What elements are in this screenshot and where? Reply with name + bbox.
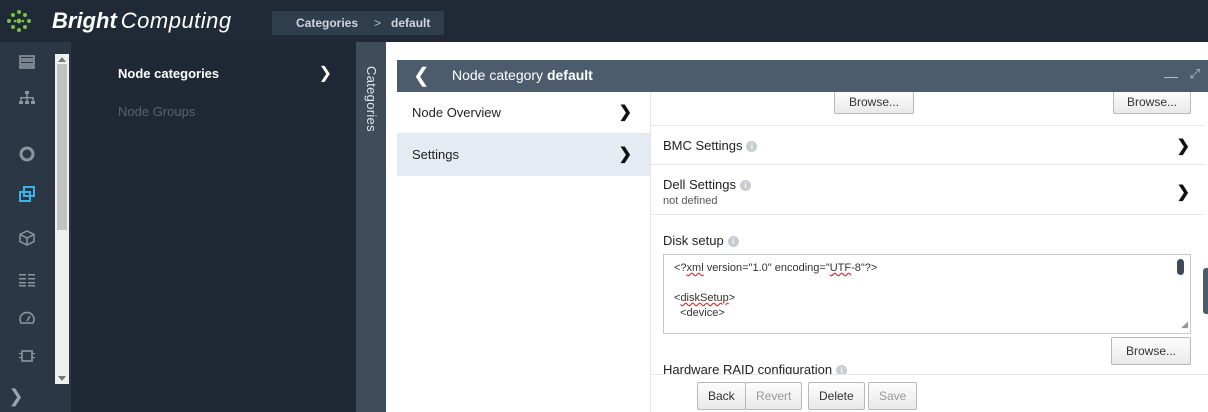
brand-bold: Bright: [52, 8, 117, 33]
revert-button[interactable]: Revert: [745, 382, 803, 410]
chevron-right-icon: ❯: [1176, 184, 1190, 201]
browse-button[interactable]: Browse...: [1111, 337, 1191, 365]
chevron-right-icon: ❯: [618, 104, 632, 121]
brand-light: Computing: [120, 8, 232, 33]
scroll-down-icon[interactable]: [58, 376, 66, 381]
delete-button[interactable]: Delete: [808, 382, 865, 410]
bmc-settings-label: BMC Settings: [663, 138, 743, 153]
bmc-settings-row[interactable]: BMC Settings i ❯: [651, 125, 1204, 165]
dell-settings-row[interactable]: Dell Settings i not defined ❯: [651, 165, 1204, 215]
circle-icon[interactable]: [2, 138, 52, 170]
chevron-right-icon: ❯: [1176, 138, 1190, 155]
tree-item-node-categories[interactable]: Node categories ❯: [71, 59, 356, 89]
page-title: Node category default: [452, 60, 593, 90]
breadcrumb-categories[interactable]: Categories: [272, 11, 373, 35]
info-icon[interactable]: i: [836, 365, 848, 374]
gauge-icon[interactable]: [2, 302, 52, 334]
disk-setup-label: Disk setup: [663, 233, 724, 248]
hierarchy-icon[interactable]: [2, 82, 52, 114]
dell-settings-label: Dell Settings: [663, 177, 736, 192]
expand-chevron-icon[interactable]: ❯: [2, 384, 30, 408]
hardware-raid-label: Hardware RAID configuration: [663, 362, 833, 374]
vertical-tab-label: Categories: [364, 66, 379, 132]
servers-icon[interactable]: [2, 46, 52, 78]
info-icon[interactable]: i: [746, 141, 758, 153]
settings-content: Browse... Browse... BMC Settings i ❯ Dell…: [651, 92, 1204, 374]
nav-item-settings[interactable]: Settings ❯: [397, 134, 650, 176]
rail-scrollbar[interactable]: [55, 54, 69, 384]
minimize-icon[interactable]: —: [1164, 68, 1178, 84]
categories-vertical-tab[interactable]: Categories: [356, 42, 386, 412]
maximize-icon[interactable]: ⤢: [1190, 66, 1200, 82]
nav-item-label: Node Overview: [412, 105, 501, 120]
save-button[interactable]: Save: [868, 382, 918, 410]
categories-tree: Node categories ❯ Node Groups: [71, 42, 356, 412]
info-icon[interactable]: i: [739, 180, 751, 192]
title-prefix: Node category: [452, 67, 547, 83]
xml-line: <?xml version="1.0" encoding="UTF-8"?>: [674, 262, 878, 274]
bright-logo-icon: [7, 10, 31, 32]
breadcrumb-separator: >: [372, 11, 384, 35]
xml-line: <diskSetup>: [674, 292, 736, 304]
nav-item-label: Settings: [412, 147, 459, 162]
brand-name: Bright Computing: [52, 8, 232, 34]
nav-item-node-overview[interactable]: Node Overview ❯: [397, 92, 650, 134]
cube-icon[interactable]: [2, 222, 52, 254]
action-bar: Back Revert Delete Save: [651, 374, 1208, 412]
resize-handle-icon[interactable]: ◢: [1181, 317, 1188, 332]
disk-setup-row: Disk setup i: [651, 215, 1204, 255]
info-icon[interactable]: i: [727, 236, 739, 248]
tree-item-node-groups[interactable]: Node Groups: [71, 97, 356, 127]
tree-item-label: Node Groups: [118, 104, 196, 119]
top-bar: Bright Computing Categories > default: [0, 0, 1208, 42]
bmc-settings-title: BMC Settings i: [663, 138, 1204, 153]
node-category-nav: Node Overview ❯ Settings ❯: [397, 92, 651, 412]
title-name: default: [546, 67, 593, 83]
scroll-up-icon[interactable]: [58, 57, 66, 62]
hardware-raid-title: Hardware RAID configuration i: [663, 362, 848, 374]
textarea-scrollbar[interactable]: [1177, 259, 1184, 275]
chip-icon[interactable]: [2, 340, 52, 372]
scroll-thumb[interactable]: [57, 64, 67, 230]
breadcrumb: Categories > default: [272, 11, 445, 35]
back-chevron-icon[interactable]: ❮: [413, 63, 430, 89]
dell-settings-value: not defined: [663, 195, 718, 207]
browse-button[interactable]: Browse...: [834, 92, 914, 114]
chevron-right-icon: ❯: [618, 146, 632, 163]
dell-settings-title: Dell Settings i: [663, 177, 1204, 192]
tree-item-label: Node categories: [118, 66, 220, 81]
main-header: ❮ Node category default — ⤢: [397, 60, 1208, 92]
back-button[interactable]: Back: [697, 382, 746, 410]
disk-setup-textarea[interactable]: <?xml version="1.0" encoding="UTF-8"?> <…: [663, 254, 1191, 334]
browse-button[interactable]: Browse...: [1113, 92, 1191, 114]
list-icon[interactable]: [2, 264, 52, 296]
xml-line: <device>: [674, 307, 725, 319]
disk-setup-title: Disk setup i: [663, 233, 1204, 248]
icon-rail: ❯: [0, 42, 71, 412]
categories-icon[interactable]: [2, 178, 52, 210]
side-panel-handle[interactable]: [1203, 268, 1208, 314]
chevron-right-icon: ❯: [318, 65, 332, 82]
breadcrumb-default[interactable]: default: [383, 11, 445, 35]
